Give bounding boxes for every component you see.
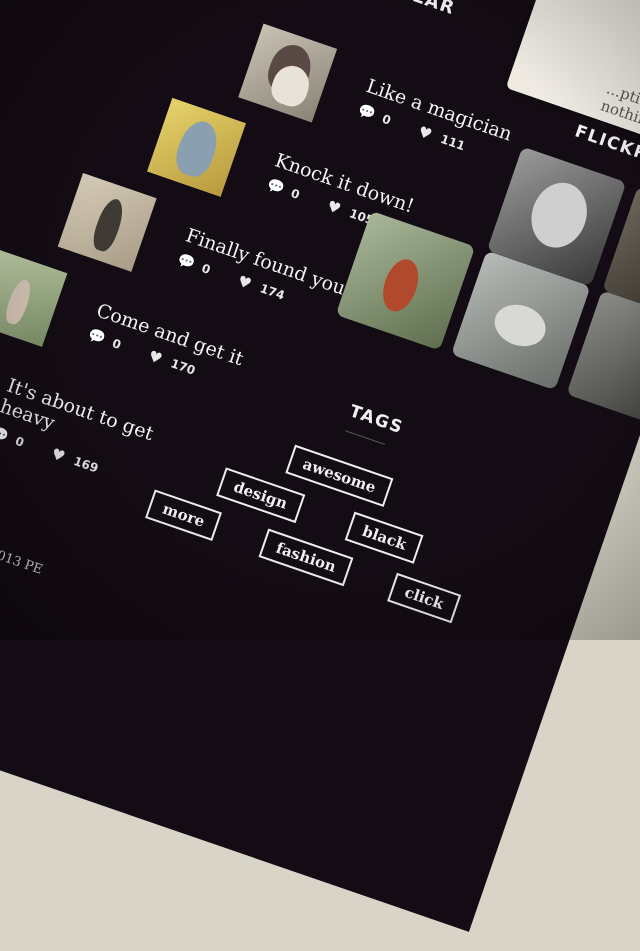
comment-icon: 💬 [355,102,378,124]
page-stage: ...pti nothing really in MOST POPULAR Li… [0,0,640,932]
like-count: 170 [168,356,198,378]
comment-icon: 💬 [0,424,11,446]
like-count: 111 [438,131,467,154]
comment-icon: 💬 [175,251,198,273]
like-count: 174 [258,281,287,303]
heart-icon: ♥ [48,444,68,466]
comment-count: 0 [380,111,393,128]
comment-count: 0 [199,261,213,278]
heart-icon: ♥ [235,271,254,294]
heart-icon: ♥ [146,346,165,369]
comment-count: 0 [289,186,302,203]
comment-icon: 💬 [264,176,287,198]
heart-icon: ♥ [415,122,435,144]
comment-icon: 💬 [86,326,108,348]
comment-count: 0 [13,433,26,450]
like-count: 169 [71,453,101,476]
heart-icon: ♥ [324,196,344,219]
comment-count: 0 [110,336,123,353]
